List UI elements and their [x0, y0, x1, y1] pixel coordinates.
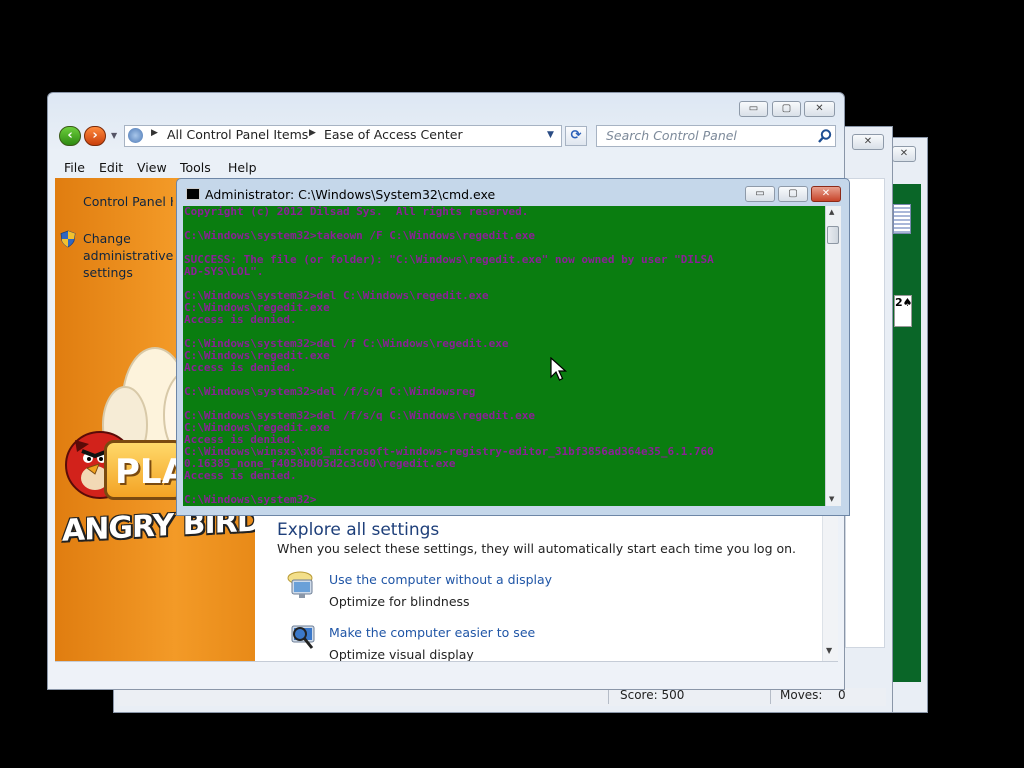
control-panel-icon: [128, 128, 143, 143]
score-label: Score: 500: [620, 688, 685, 702]
close-button[interactable]: ✕: [804, 101, 835, 117]
search-icon[interactable]: [817, 128, 833, 144]
monitor-speaker-icon: [287, 571, 313, 598]
menu-help[interactable]: Help: [228, 160, 257, 175]
scroll-thumb[interactable]: [827, 226, 839, 244]
maximize-button[interactable]: ▢: [772, 101, 801, 117]
cmd-window-title: Administrator: C:\Windows\System32\cmd.e…: [205, 187, 496, 202]
solitaire-panel: [845, 178, 885, 648]
use-without-display-desc: Optimize for blindness: [329, 594, 470, 609]
menu-file[interactable]: File: [64, 160, 85, 175]
breadcrumb-all-control-panel-items[interactable]: All Control Panel Items: [167, 127, 308, 142]
use-without-display-link[interactable]: Use the computer without a display: [329, 572, 552, 587]
cmd-icon: [186, 188, 200, 200]
breadcrumb-ease-of-access-center[interactable]: Ease of Access Center: [324, 127, 463, 142]
recent-pages-dropdown-icon[interactable]: ▼: [111, 131, 117, 140]
control-panel-status-bar: [55, 661, 838, 686]
scroll-down-arrow-icon[interactable]: ▼: [829, 495, 834, 503]
card-deck[interactable]: [893, 204, 911, 234]
solitaire-felt: [893, 184, 921, 682]
play-button: PLA: [104, 440, 184, 500]
playing-card[interactable]: 2♠: [894, 295, 913, 327]
moves-value: 0: [838, 688, 846, 702]
cmd-scrollbar[interactable]: [825, 206, 841, 506]
console-output[interactable]: Copyright (c) 2012 Dilsad Sys. All right…: [183, 206, 825, 506]
breadcrumb-arrow-icon[interactable]: ▶: [151, 128, 158, 138]
status-divider: [608, 688, 609, 704]
forward-button[interactable]: ›: [84, 126, 106, 146]
status-divider: [770, 688, 771, 704]
cmd-maximize-button[interactable]: ▢: [778, 186, 808, 202]
section-heading: Explore all settings: [277, 520, 440, 540]
solitaire-window-close-button[interactable]: ✕: [852, 134, 884, 150]
menu-tools[interactable]: Tools: [180, 160, 211, 175]
sidebar-item-control-panel-home[interactable]: Control Panel Home: [83, 194, 173, 209]
scroll-down-arrow-icon[interactable]: ▼: [826, 646, 832, 655]
cmd-close-button[interactable]: ✕: [811, 186, 841, 202]
section-description: When you select these settings, they wil…: [277, 541, 797, 556]
magnifier-monitor-icon: [291, 625, 315, 649]
console-text: Copyright (c) 2012 Dilsad Sys. All right…: [184, 206, 714, 506]
mouse-pointer-icon: [550, 357, 568, 381]
cmd-minimize-button[interactable]: ▭: [745, 186, 775, 202]
address-dropdown-icon[interactable]: ▼: [547, 130, 554, 140]
breadcrumb-arrow-icon[interactable]: ▶: [309, 128, 316, 138]
back-button[interactable]: ‹: [59, 126, 81, 146]
scroll-up-arrow-icon[interactable]: ▲: [829, 208, 834, 216]
moves-label: Moves:: [780, 688, 823, 702]
make-easier-to-see-desc: Optimize visual display: [329, 647, 474, 662]
sidebar-link-change-admin-settings[interactable]: Change administrative settings: [83, 230, 183, 281]
search-placeholder: Search Control Panel: [606, 128, 737, 143]
shield-icon: [60, 230, 76, 248]
make-easier-to-see-link[interactable]: Make the computer easier to see: [329, 625, 535, 640]
refresh-button[interactable]: ⟳: [565, 126, 587, 146]
minimize-button[interactable]: ▭: [739, 101, 768, 117]
solitaire-close-button[interactable]: ✕: [892, 146, 916, 162]
menu-view[interactable]: View: [137, 160, 167, 175]
menu-edit[interactable]: Edit: [99, 160, 123, 175]
